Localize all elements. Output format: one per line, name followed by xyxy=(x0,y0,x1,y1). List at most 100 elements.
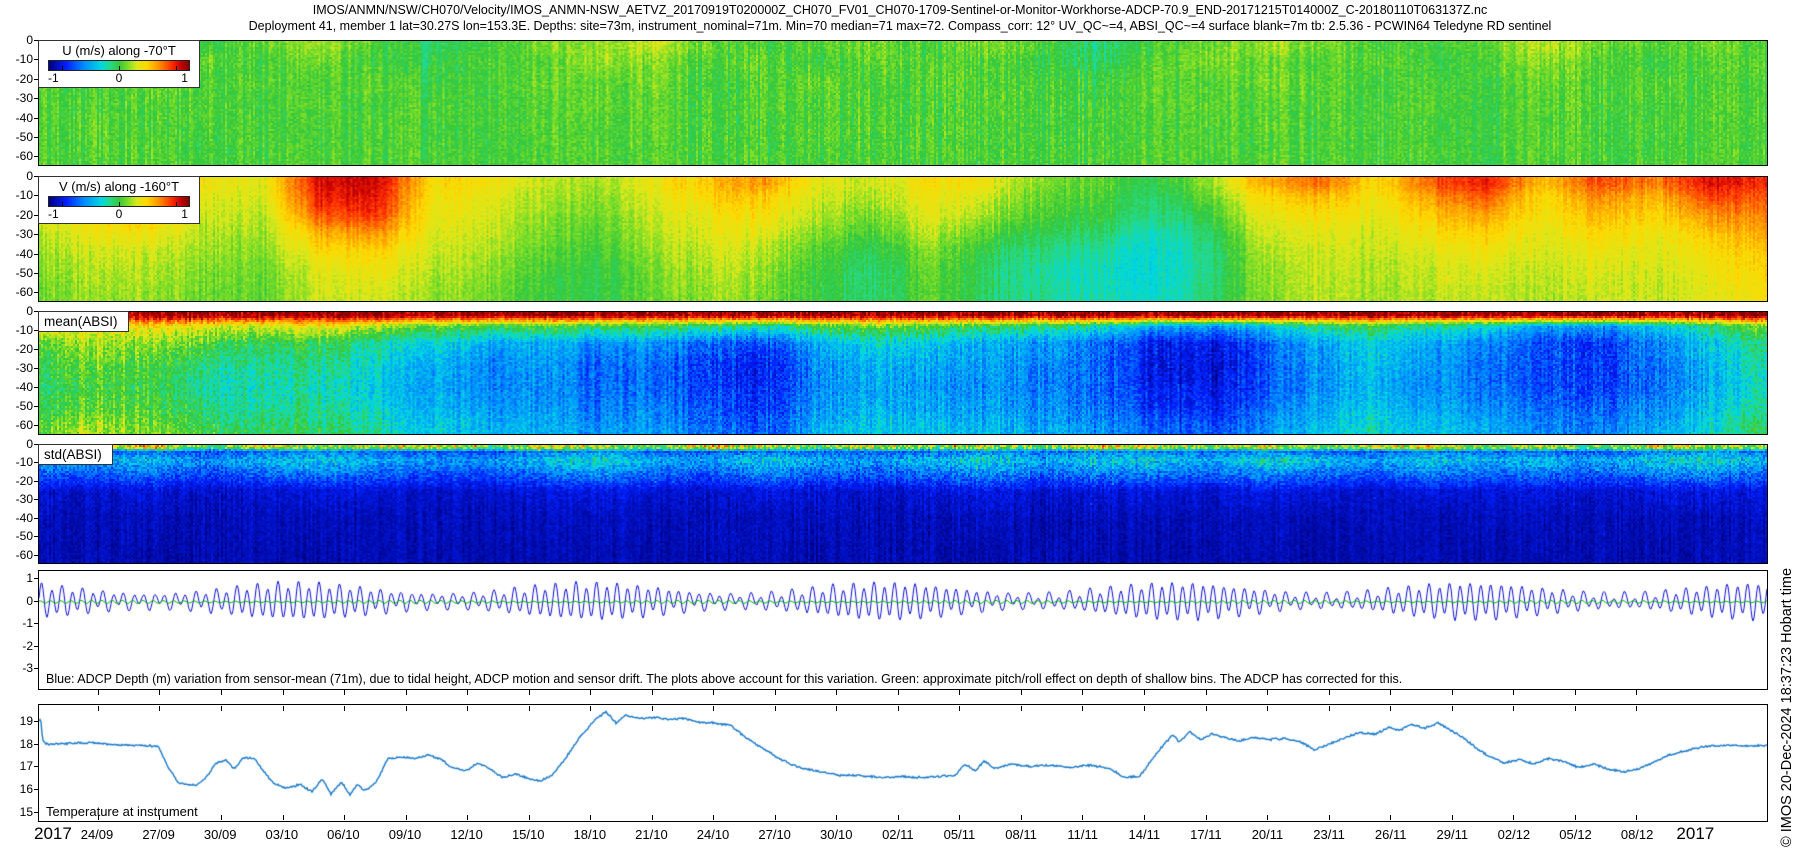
y-axis-tick xyxy=(34,98,38,99)
x-axis-tick xyxy=(1390,815,1391,820)
colorbar-tick xyxy=(62,66,63,70)
y-tick-label: -60 xyxy=(0,549,33,561)
panel-std-absi: std(ABSI) xyxy=(38,444,1768,564)
v-velocity-legend: V (m/s) along -160°T -1 0 1 xyxy=(38,176,200,224)
panel-depth-variation: Blue: ADCP Depth (m) variation from sens… xyxy=(38,570,1768,690)
x-tick-label: 18/10 xyxy=(574,827,607,842)
colorbar-tick-label: -1 xyxy=(48,71,59,85)
y-axis-tick xyxy=(34,766,38,767)
x-axis-tick xyxy=(1575,690,1576,695)
x-tick-label: 23/11 xyxy=(1313,827,1345,842)
y-tick-label: -50 xyxy=(0,267,33,279)
x-axis-tick xyxy=(652,706,653,711)
y-tick-label: -50 xyxy=(0,400,33,412)
y-tick-label: -30 xyxy=(0,92,33,104)
x-axis-tick xyxy=(221,706,222,711)
x-axis-year-right: 2017 xyxy=(1676,824,1714,844)
y-tick-label: 17 xyxy=(0,760,33,772)
y-axis-tick xyxy=(34,721,38,722)
x-axis-tick xyxy=(1021,706,1022,711)
x-tick-label: 15/10 xyxy=(512,827,545,842)
y-tick-label: -1 xyxy=(0,617,33,629)
colorbar-tick-labels: -1 0 1 xyxy=(39,207,199,222)
colorbar-tick xyxy=(119,202,120,206)
x-tick-label: 02/12 xyxy=(1498,827,1531,842)
x-axis-tick xyxy=(590,690,591,695)
x-axis-tick xyxy=(1144,706,1145,711)
figure-subtitle: Deployment 41, member 1 lat=30.27S lon=1… xyxy=(0,19,1800,33)
colorbar-tick xyxy=(62,202,63,206)
x-axis-tick xyxy=(1206,815,1207,820)
x-axis-tick xyxy=(775,815,776,820)
x-axis-tick xyxy=(159,706,160,711)
x-axis-tick xyxy=(836,706,837,711)
x-tick-label: 06/10 xyxy=(327,827,360,842)
x-axis-tick xyxy=(1513,690,1514,695)
x-axis-tick xyxy=(1144,815,1145,820)
x-axis-tick xyxy=(775,706,776,711)
y-tick-label: 0 xyxy=(0,438,33,450)
x-tick-label: 08/11 xyxy=(1005,827,1037,842)
x-axis-tick xyxy=(652,690,653,695)
y-tick-label: 19 xyxy=(0,715,33,727)
colorbar-tick-label: -1 xyxy=(48,207,59,221)
y-axis-tick xyxy=(34,273,38,274)
x-axis-tick xyxy=(1390,690,1391,695)
y-tick-label: -30 xyxy=(0,362,33,374)
x-axis-tick xyxy=(221,815,222,820)
x-tick-label: 30/10 xyxy=(820,827,853,842)
y-tick-label: -60 xyxy=(0,286,33,298)
x-axis-tick xyxy=(1452,815,1453,820)
panel-v-velocity: V (m/s) along -160°T -1 0 1 xyxy=(38,176,1768,302)
y-axis-tick xyxy=(34,156,38,157)
x-axis-tick xyxy=(1082,690,1083,695)
std-absi-label: std(ABSI) xyxy=(38,444,113,465)
x-axis-tick xyxy=(344,690,345,695)
x-axis-tick xyxy=(283,706,284,711)
x-tick-label: 12/10 xyxy=(450,827,483,842)
x-axis-tick xyxy=(283,690,284,695)
x-axis-tick xyxy=(406,706,407,711)
x-axis-tick xyxy=(529,690,530,695)
x-axis-tick xyxy=(221,690,222,695)
x-axis-tick xyxy=(1267,815,1268,820)
x-axis-tick xyxy=(898,815,899,820)
y-tick-label: -50 xyxy=(0,131,33,143)
x-tick-label: 02/11 xyxy=(882,827,914,842)
y-axis-tick xyxy=(34,623,38,624)
y-tick-label: 0 xyxy=(0,595,33,607)
x-tick-label: 05/12 xyxy=(1559,827,1592,842)
x-axis-tick xyxy=(959,690,960,695)
x-axis-tick xyxy=(1575,706,1576,711)
x-axis-tick xyxy=(1636,706,1637,711)
y-axis-tick xyxy=(34,481,38,482)
x-axis-tick xyxy=(959,706,960,711)
y-axis-tick xyxy=(34,349,38,350)
figure-title: IMOS/ANMN/NSW/CH070/Velocity/IMOS_ANMN-N… xyxy=(0,3,1800,17)
x-axis-tick xyxy=(1513,815,1514,820)
y-axis-tick xyxy=(34,292,38,293)
y-tick-label: -2 xyxy=(0,640,33,652)
x-tick-label: 05/11 xyxy=(944,827,976,842)
x-axis-tick xyxy=(1513,706,1514,711)
colorbar-tick-label: 1 xyxy=(181,71,188,85)
x-axis-tick xyxy=(898,690,899,695)
x-axis-tick xyxy=(406,690,407,695)
x-tick-label: 03/10 xyxy=(266,827,299,842)
x-axis-tick xyxy=(1452,706,1453,711)
v-velocity-heatmap xyxy=(39,177,1767,301)
x-axis-tick xyxy=(98,690,99,695)
x-axis-tick xyxy=(713,690,714,695)
y-tick-label: -40 xyxy=(0,112,33,124)
x-axis-tick xyxy=(836,690,837,695)
temperature-plot xyxy=(39,705,1767,821)
y-tick-label: 18 xyxy=(0,738,33,750)
x-tick-label: 17/11 xyxy=(1190,827,1222,842)
y-axis-tick xyxy=(34,536,38,537)
y-tick-label: -60 xyxy=(0,150,33,162)
y-tick-label: -20 xyxy=(0,209,33,221)
x-axis-year-left: 2017 xyxy=(34,824,72,844)
colorbar-tick xyxy=(119,66,120,70)
x-axis-tick xyxy=(1021,690,1022,695)
x-axis-labels: 2017 2017 24/0927/0930/0903/1006/1009/10… xyxy=(38,824,1768,848)
